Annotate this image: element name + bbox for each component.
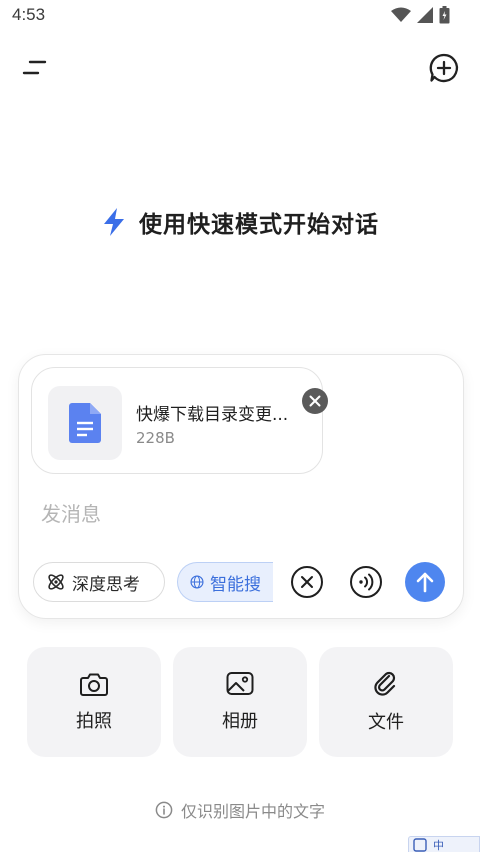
deep-think-label: 深度思考 <box>72 574 140 595</box>
battery-icon <box>439 6 450 24</box>
file-attachment[interactable]: 快爆下载目录变更... 228B <box>31 367 328 474</box>
ime-indicator[interactable]: 中 <box>408 836 480 852</box>
message-input[interactable] <box>39 495 443 533</box>
info-icon <box>155 801 173 819</box>
file-label: 文件 <box>368 712 404 733</box>
atom-icon <box>48 574 64 590</box>
voice-button[interactable] <box>348 564 384 600</box>
new-chat-button[interactable] <box>424 48 464 88</box>
hero: 使用快速模式开始对话 <box>0 205 480 239</box>
globe-icon <box>190 575 204 589</box>
ime-icon <box>413 837 427 852</box>
footnote: 仅识别图片中的文字 <box>0 798 480 822</box>
clear-button[interactable] <box>289 564 325 600</box>
signal-icon <box>417 7 433 23</box>
status-bar: 4:53 <box>0 0 480 34</box>
smart-search-toggle[interactable]: 智能搜 <box>177 562 273 602</box>
file-name: 快爆下载目录变更... <box>136 405 289 425</box>
status-icons <box>391 6 450 24</box>
document-icon <box>69 403 101 443</box>
camera-label: 拍照 <box>76 711 112 732</box>
album-button[interactable]: 相册 <box>173 647 307 757</box>
send-icon <box>416 572 434 593</box>
file-button[interactable]: 文件 <box>319 647 453 757</box>
file-thumbnail <box>48 386 122 460</box>
wifi-icon <box>391 7 411 22</box>
album-label: 相册 <box>222 711 258 732</box>
new-chat-icon <box>429 53 459 83</box>
attachment-tools: 拍照 相册 文件 <box>27 647 453 757</box>
paperclip-icon <box>374 671 396 696</box>
file-size: 228B <box>136 429 175 447</box>
camera-icon <box>80 673 108 696</box>
close-icon <box>309 395 321 407</box>
ime-label: 中 <box>433 838 444 852</box>
lightning-icon <box>104 208 124 236</box>
smart-search-label: 智能搜 <box>210 574 261 595</box>
image-icon <box>226 672 254 695</box>
voice-icon <box>350 566 382 598</box>
send-button[interactable] <box>405 562 445 602</box>
hero-title: 使用快速模式开始对话 <box>139 212 379 238</box>
menu-icon <box>22 60 47 75</box>
menu-button[interactable] <box>14 48 54 88</box>
deep-think-toggle[interactable]: 深度思考 <box>33 562 165 602</box>
remove-attachment-button[interactable] <box>302 388 328 414</box>
message-composer: 快爆下载目录变更... 228B 深度思考 智能搜 <box>18 354 464 619</box>
clear-icon <box>291 566 323 598</box>
camera-button[interactable]: 拍照 <box>27 647 161 757</box>
status-time: 4:53 <box>12 5 46 24</box>
footnote-text: 仅识别图片中的文字 <box>180 802 325 821</box>
